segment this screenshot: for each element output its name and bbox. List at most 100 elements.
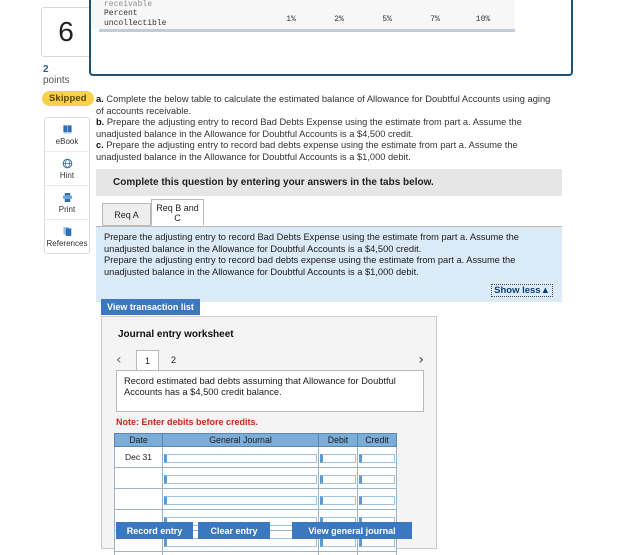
print-button[interactable]: Print: [45, 186, 89, 220]
worksheet-page-1[interactable]: 1: [136, 350, 159, 370]
book-icon: [62, 123, 73, 136]
requirement-description-line2: Prepare the adjusting entry to record ba…: [104, 255, 516, 278]
print-label: Print: [58, 205, 76, 214]
input-general-journal-5[interactable]: [164, 538, 317, 547]
references-button[interactable]: References: [45, 220, 89, 253]
percent-uncollectible-row: Percent uncollectible 1% 2% 5% 7% 10%: [91, 9, 515, 29]
requirement-c: c. Prepare the adjusting entry to record…: [96, 140, 558, 163]
aging-table-cut-row: receivable: [91, 0, 515, 9]
requirement-tabstrip: Req A Req B and C: [96, 199, 562, 227]
worksheet-note: Note: Enter debits before credits.: [116, 417, 259, 427]
requirement-b-tag: b.: [96, 117, 105, 127]
requirement-b-text: Prepare the adjusting entry to record Ba…: [96, 117, 522, 139]
input-credit-2[interactable]: [359, 475, 395, 484]
cell-credit-2[interactable]: [357, 467, 397, 489]
column-header-debit: Debit: [318, 433, 358, 447]
cell-credit-6[interactable]: [357, 551, 397, 555]
show-less-row: Show less▲: [104, 279, 554, 300]
input-debit-5[interactable]: [320, 538, 356, 547]
percent-label-line2: uncollectible: [104, 19, 167, 28]
cell-general-journal-2[interactable]: [162, 467, 319, 489]
input-credit-5[interactable]: [359, 538, 395, 547]
aging-table-body: receivable Percent uncollectible 1% 2% 5…: [91, 0, 515, 32]
cell-general-journal-1[interactable]: [162, 446, 319, 468]
percent-cell-1: 1%: [286, 14, 296, 24]
percent-uncollectible-label: Percent uncollectible: [91, 9, 267, 29]
requirement-b: b. Prepare the adjusting entry to record…: [96, 117, 558, 140]
cell-debit-1[interactable]: [318, 446, 358, 468]
worksheet-title: Journal entry worksheet: [118, 329, 234, 340]
requirement-a: a. Complete the below table to calculate…: [96, 94, 558, 117]
column-header-date: Date: [114, 433, 163, 447]
ebook-label: eBook: [55, 137, 79, 146]
question-page: 6 2 points Skipped eBook Hint Print Refe…: [0, 0, 636, 555]
input-general-journal-2[interactable]: [164, 475, 317, 484]
input-general-journal-1[interactable]: [164, 454, 317, 463]
input-general-journal-3[interactable]: [164, 496, 317, 505]
cell-date-1: Dec 31: [114, 446, 163, 468]
tab-req-b-and-c[interactable]: Req B and C: [151, 199, 204, 226]
percent-label-line1: Percent: [104, 9, 138, 18]
input-debit-3[interactable]: [320, 496, 356, 505]
tab-req-a[interactable]: Req A: [102, 203, 151, 226]
chevron-left-icon[interactable]: ‹: [116, 353, 122, 367]
cell-general-journal-3[interactable]: [162, 488, 319, 510]
input-credit-1[interactable]: [359, 454, 395, 463]
requirement-c-tag: c.: [96, 140, 104, 150]
worksheet-pager: ‹ 1 2 ›: [116, 350, 424, 372]
globe-icon: [62, 157, 73, 170]
input-debit-1[interactable]: [320, 454, 356, 463]
chevron-right-icon[interactable]: ›: [418, 353, 424, 367]
cell-general-journal-6[interactable]: [162, 551, 319, 555]
question-sidebar: 6 2 points Skipped eBook Hint Print Refe…: [0, 0, 94, 555]
table-row: [114, 467, 397, 489]
cell-debit-2[interactable]: [318, 467, 358, 489]
status-badge: Skipped: [42, 91, 94, 106]
hint-button[interactable]: Hint: [45, 152, 89, 186]
requirement-c-text: Prepare the adjusting entry to record ba…: [96, 140, 518, 162]
tab-req-b-and-c-label: Req B and C: [156, 202, 199, 223]
question-number-box: 6: [41, 7, 91, 57]
ebook-button[interactable]: eBook: [45, 118, 89, 152]
printer-icon: [62, 191, 73, 204]
question-number: 6: [58, 16, 74, 47]
view-general-journal-button[interactable]: View general journal: [292, 522, 412, 539]
aging-table-fragment: receivable Percent uncollectible 1% 2% 5…: [89, 0, 573, 76]
points-value: 2: [43, 64, 49, 75]
table-row: [114, 551, 397, 555]
view-transaction-list-button[interactable]: View transaction list: [101, 299, 200, 315]
cell-credit-3[interactable]: [357, 488, 397, 510]
cell-date-6: [114, 551, 163, 555]
percent-cell-3: 5%: [382, 14, 392, 24]
journal-entry-worksheet: Journal entry worksheet ‹ 1 2 › Record e…: [101, 316, 437, 555]
percent-cell-4: 7%: [430, 14, 440, 24]
complete-question-text: Complete this question by entering your …: [113, 177, 434, 188]
cell-debit-3[interactable]: [318, 488, 358, 510]
requirement-description-line1: Prepare the adjusting entry to record Ba…: [104, 232, 519, 254]
requirements-text: a. Complete the below table to calculate…: [96, 94, 558, 163]
complete-question-banner: Complete this question by entering your …: [96, 169, 562, 196]
tool-stack: eBook Hint Print References: [44, 117, 90, 254]
cell-credit-1[interactable]: [357, 446, 397, 468]
clear-entry-button[interactable]: Clear entry: [198, 522, 270, 539]
worksheet-prompt: Record estimated bad debts assuming that…: [116, 370, 424, 412]
cell-debit-6[interactable]: [318, 551, 358, 555]
aging-table-rule: [99, 29, 515, 32]
requirement-description-panel: Prepare the adjusting entry to record Ba…: [96, 227, 562, 302]
input-debit-2[interactable]: [320, 475, 356, 484]
percent-cell-2: 2%: [334, 14, 344, 24]
references-label: References: [46, 239, 88, 248]
hint-label: Hint: [59, 171, 75, 180]
worksheet-page-2[interactable]: 2: [162, 350, 185, 370]
tab-req-a-label: Req A: [114, 209, 139, 220]
show-less-link[interactable]: Show less▲: [491, 283, 553, 297]
cell-date-2: [114, 467, 163, 489]
record-entry-button[interactable]: Record entry: [116, 522, 193, 539]
journal-header-row: Date General Journal Debit Credit: [114, 433, 397, 447]
percent-cell-5: 10%: [475, 14, 491, 24]
aging-cut-label: receivable: [104, 0, 153, 9]
table-row: [114, 488, 397, 510]
input-credit-3[interactable]: [359, 496, 395, 505]
points-label: points: [43, 75, 70, 86]
column-header-credit: Credit: [357, 433, 397, 447]
